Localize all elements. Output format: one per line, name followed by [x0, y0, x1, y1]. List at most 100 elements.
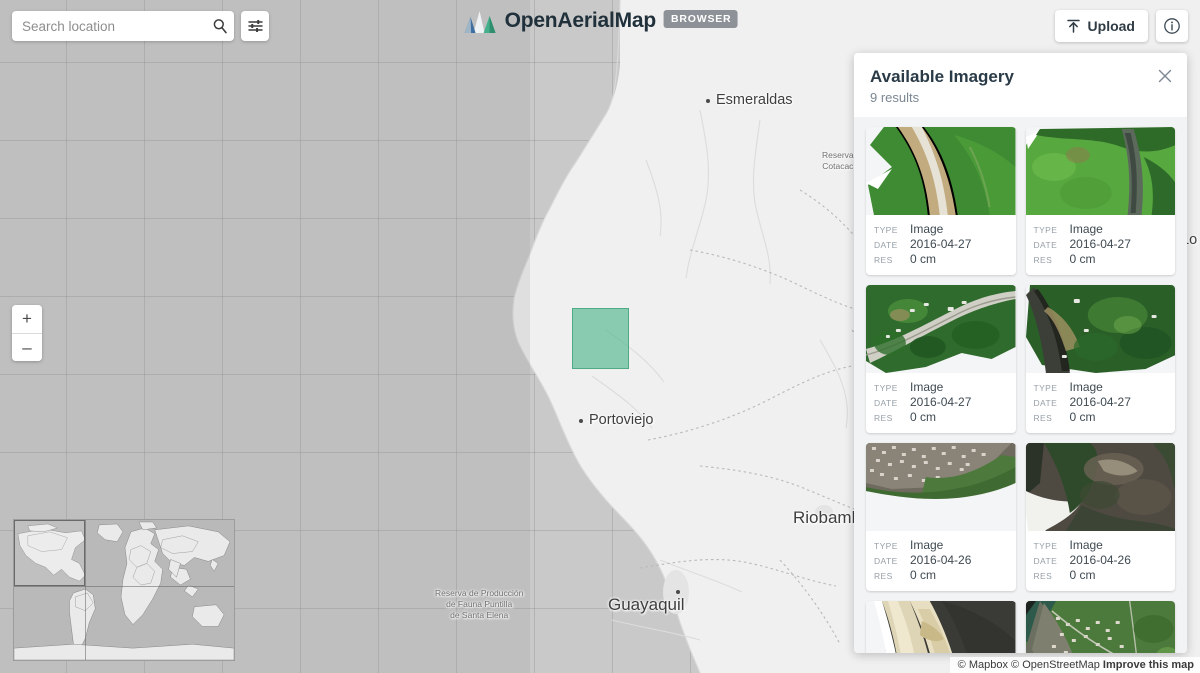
meta-key-date: DATE [874, 556, 898, 566]
imagery-card-meta: TYPE Image DATE 2016-04-26 RES 0 cm [866, 531, 1016, 591]
world-minimap[interactable] [13, 519, 235, 661]
imagery-card-meta: TYPE Image DATE 2016-04-26 RES 0 cm [1026, 531, 1176, 591]
imagery-thumbnail[interactable] [866, 285, 1016, 373]
meta-row-type: TYPE Image [1034, 380, 1168, 394]
meta-value-res: 0 cm [1069, 568, 1096, 582]
meta-value-type: Image [910, 222, 944, 236]
zoom-in-button[interactable]: + [12, 305, 42, 333]
meta-value-type: Image [910, 380, 944, 394]
aerial-dark-forest-icon [1025, 285, 1175, 373]
filter-sliders-icon [247, 20, 263, 32]
meta-value-res: 0 cm [1069, 410, 1096, 424]
meta-key-date: DATE [1033, 398, 1058, 408]
meta-value-type: Image [910, 538, 944, 552]
top-right-actions: Upload [1054, 10, 1188, 42]
meta-row-res: RES 0 cm [1034, 252, 1168, 266]
search-icon [213, 19, 227, 34]
meta-value-date: 2016-04-27 [910, 395, 972, 409]
upload-arrow-icon [1066, 19, 1080, 33]
search-box[interactable] [12, 11, 234, 41]
imagery-card-meta: TYPE Image DATE 2016-04-27 RES 0 cm [1026, 373, 1176, 433]
brand-name: OpenAerialMap [504, 9, 657, 32]
imagery-card[interactable]: TYPE Image DATE 2016-04-26 RES 0 cm [866, 443, 1016, 591]
aerial-town-icon [866, 443, 1016, 531]
info-button[interactable] [1156, 10, 1188, 42]
imagery-card[interactable]: TYPE Image DATE 2016-04-27 RES 0 cm [1025, 127, 1175, 275]
meta-value-type: Image [1069, 380, 1103, 394]
map-attribution: © Mapbox © OpenStreetMap Improve this ma… [949, 657, 1200, 673]
meta-key-res: RES [874, 413, 893, 423]
meta-key-type: TYPE [874, 225, 898, 235]
meta-value-res: 0 cm [1069, 252, 1096, 266]
meta-row-date: DATE 2016-04-27 [874, 395, 1008, 409]
meta-row-res: RES 0 cm [874, 252, 1008, 266]
meta-key-date: DATE [1033, 556, 1058, 566]
search-button[interactable] [206, 11, 234, 41]
meta-key-type: TYPE [874, 541, 898, 551]
city-dot-portoviejo [579, 419, 583, 423]
zoom-out-button[interactable]: – [12, 333, 42, 361]
meta-value-type: Image [1069, 222, 1103, 236]
meta-row-res: RES 0 cm [874, 568, 1008, 582]
meta-value-date: 2016-04-27 [1069, 237, 1131, 251]
imagery-card[interactable]: TYPE Image DATE RES [1025, 601, 1175, 653]
imagery-footprint-selection[interactable] [572, 308, 629, 369]
imagery-card[interactable]: TYPE Image DATE 2016-04-27 RES 0 cm [866, 127, 1016, 275]
panel-results-count: 9 results [870, 90, 920, 105]
aerial-coast-beach-icon [866, 601, 1016, 653]
meta-row-type: TYPE Image [874, 538, 1008, 552]
imagery-thumbnail[interactable] [866, 443, 1016, 531]
imagery-thumbnail[interactable] [866, 127, 1016, 215]
search-input[interactable] [12, 18, 206, 34]
city-dot-esmeraldas [706, 99, 710, 103]
meta-row-date: DATE 2016-04-27 [874, 237, 1008, 251]
meta-row-res: RES 0 cm [874, 410, 1008, 424]
attribution-mapbox[interactable]: © Mapbox [958, 659, 1008, 671]
panel-scroll-body[interactable]: TYPE Image DATE 2016-04-27 RES 0 cm TYPE… [854, 117, 1187, 653]
meta-value-res: 0 cm [910, 410, 937, 424]
openaerialmap-browser: Esmeraldas Portoviejo Guayaquil Riobamba… [0, 0, 1200, 673]
meta-row-type: TYPE Image [1034, 222, 1168, 236]
minimap-viewport-rect[interactable] [14, 520, 85, 586]
aerial-forest-road-icon [866, 285, 1016, 373]
imagery-thumbnail[interactable] [1025, 443, 1175, 531]
meta-key-res: RES [874, 571, 893, 581]
meta-row-date: DATE 2016-04-26 [874, 553, 1008, 567]
brand[interactable]: OpenAerialMap BROWSER [463, 8, 738, 34]
close-icon [1158, 69, 1172, 83]
upload-button[interactable]: Upload [1054, 10, 1148, 42]
imagery-thumbnail[interactable] [1025, 285, 1175, 373]
panel-close-button[interactable] [1155, 67, 1175, 87]
meta-value-res: 0 cm [910, 252, 937, 266]
filter-button[interactable] [241, 11, 269, 41]
available-imagery-panel: Available Imagery 9 results TYPE Image D… [854, 53, 1187, 653]
meta-value-res: 0 cm [910, 568, 937, 582]
imagery-thumbnail[interactable] [1025, 127, 1175, 215]
imagery-thumbnail[interactable] [1025, 601, 1175, 653]
meta-key-res: RES [1033, 413, 1053, 423]
meta-key-res: RES [1033, 571, 1053, 581]
panel-title: Available Imagery [870, 67, 1014, 86]
meta-row-type: TYPE Image [874, 380, 1008, 394]
meta-row-res: RES 0 cm [1034, 568, 1168, 582]
meta-row-date: DATE 2016-04-27 [1034, 237, 1168, 251]
meta-value-date: 2016-04-26 [910, 553, 972, 567]
attribution-osm[interactable]: © OpenStreetMap [1011, 659, 1100, 671]
meta-key-res: RES [1033, 255, 1053, 265]
minimap-crosshair-horizontal [14, 586, 234, 587]
imagery-card[interactable]: TYPE Image DATE RES [866, 601, 1016, 653]
mountains-logo-icon [464, 11, 496, 33]
meta-key-date: DATE [874, 240, 898, 250]
imagery-thumbnail[interactable] [866, 601, 1016, 653]
meta-value-type: Image [1069, 538, 1103, 552]
meta-value-date: 2016-04-27 [910, 237, 972, 251]
imagery-card[interactable]: TYPE Image DATE 2016-04-27 RES 0 cm [866, 285, 1016, 433]
aerial-road-field-icon [866, 127, 1016, 215]
search-area [12, 11, 269, 41]
attribution-improve-link[interactable]: Improve this map [1103, 659, 1194, 671]
imagery-card-meta: TYPE Image DATE 2016-04-27 RES 0 cm [866, 215, 1016, 275]
meta-key-type: TYPE [874, 383, 898, 393]
panel-header: Available Imagery 9 results [854, 53, 1187, 117]
imagery-card[interactable]: TYPE Image DATE 2016-04-27 RES 0 cm [1025, 285, 1176, 433]
imagery-card[interactable]: TYPE Image DATE 2016-04-26 RES 0 cm [1025, 443, 1176, 591]
